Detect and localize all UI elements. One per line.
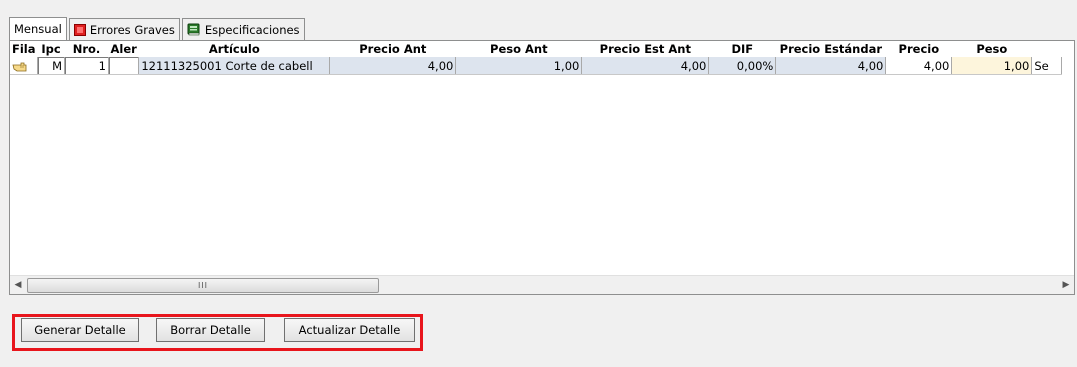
col-header-precio[interactable]: Precio <box>885 41 952 57</box>
col-header-articulo[interactable]: Artículo <box>138 41 330 57</box>
tab-errores-graves[interactable]: Errores Graves <box>68 18 180 40</box>
red-square-icon <box>73 23 86 36</box>
col-header-nro[interactable]: Nro. <box>64 41 109 57</box>
col-header-peso[interactable]: Peso <box>951 41 1032 57</box>
tab-mensual[interactable]: Mensual <box>9 17 67 40</box>
row-pointer-cell[interactable] <box>10 57 38 75</box>
book-icon <box>187 23 201 36</box>
borrar-detalle-button[interactable]: Borrar Detalle <box>156 318 265 342</box>
detail-table: Fila Ipc Nro. Aler Artículo Precio Ant P… <box>10 41 1063 75</box>
scrollbar-grip: III <box>197 281 209 290</box>
col-header-precio-estandar[interactable]: Precio Estándar <box>775 41 886 57</box>
col-header-ipc[interactable]: Ipc <box>37 41 65 57</box>
cell-precio[interactable]: 4,00 <box>885 57 953 75</box>
col-header-alerta[interactable]: Aler <box>108 41 139 57</box>
col-header-precio-ant[interactable]: Precio Ant <box>329 41 456 57</box>
cell-peso-ant[interactable]: 1,00 <box>455 57 583 75</box>
cell-articulo[interactable]: 12111325001 Corte de cabell <box>138 57 331 75</box>
tab-especificaciones-label: Especificaciones <box>204 22 300 37</box>
cell-precio-estandar[interactable]: 4,00 <box>775 57 887 75</box>
col-header-precio-est-ant[interactable]: Precio Est Ant <box>581 41 709 57</box>
tab-mensual-label: Mensual <box>14 22 62 36</box>
cell-nro[interactable]: 1 <box>64 57 109 75</box>
tab-errores-graves-label: Errores Graves <box>89 22 175 37</box>
scroll-left-arrow-icon[interactable]: ◀ <box>10 276 26 294</box>
hand-pointer-icon <box>12 59 28 73</box>
scrollbar-thumb[interactable]: III <box>27 278 379 293</box>
col-header-extra[interactable] <box>1031 41 1062 57</box>
generar-detalle-button[interactable]: Generar Detalle <box>21 318 139 342</box>
col-header-peso-ant[interactable]: Peso Ant <box>455 41 582 57</box>
scroll-right-arrow-icon[interactable]: ▶ <box>1058 276 1074 294</box>
cell-dif[interactable]: 0,00% <box>708 57 777 75</box>
actualizar-detalle-button[interactable]: Actualizar Detalle <box>284 318 415 342</box>
table-header: Fila Ipc Nro. Aler Artículo Precio Ant P… <box>10 41 1062 57</box>
col-header-dif[interactable]: DIF <box>708 41 776 57</box>
tab-especificaciones[interactable]: Especificaciones <box>181 18 305 40</box>
col-header-fila[interactable]: Fila <box>10 41 38 57</box>
table-row[interactable]: M 1 12111325001 Corte de cabell 4,00 1,0… <box>10 57 1063 75</box>
cell-precio-est-ant[interactable]: 4,00 <box>581 57 710 75</box>
tab-bar: Mensual Errores Graves Especificaciones <box>9 17 307 40</box>
cell-ipc[interactable]: M <box>37 57 65 75</box>
grid-panel: Fila Ipc Nro. Aler Artículo Precio Ant P… <box>9 40 1075 295</box>
cell-alerta[interactable] <box>108 57 140 75</box>
cell-extra[interactable]: Se <box>1031 57 1063 75</box>
cell-peso[interactable]: 1,00 <box>951 57 1033 75</box>
horizontal-scrollbar[interactable]: ◀ III ▶ <box>10 275 1074 294</box>
data-grid[interactable]: Fila Ipc Nro. Aler Artículo Precio Ant P… <box>10 41 1074 275</box>
cell-precio-ant[interactable]: 4,00 <box>329 57 457 75</box>
